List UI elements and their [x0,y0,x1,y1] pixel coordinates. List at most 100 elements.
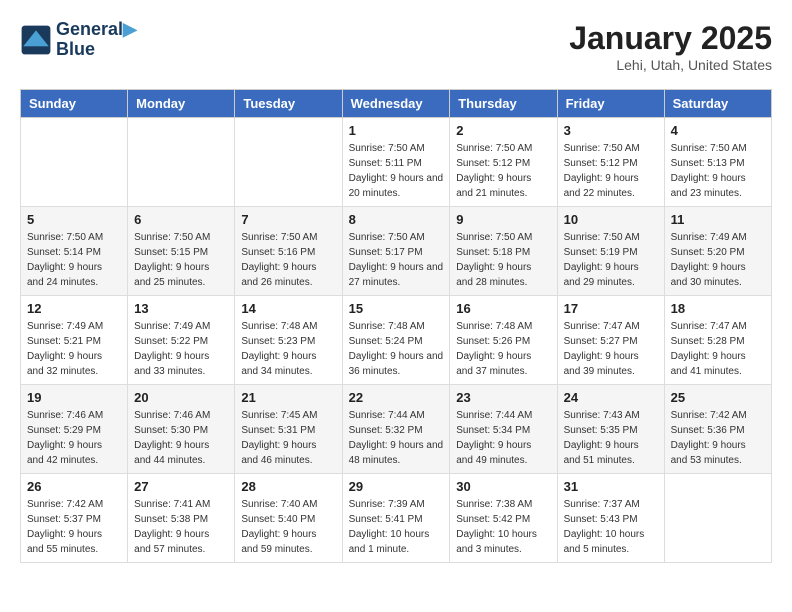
day-number: 23 [456,390,550,405]
day-number: 31 [564,479,658,494]
title-block: January 2025 Lehi, Utah, United States [569,20,772,73]
calendar-cell: 28 Sunrise: 7:40 AMSunset: 5:40 PMDayligh… [235,474,342,563]
weekday-header-saturday: Saturday [664,90,771,118]
day-info: Sunrise: 7:41 AMSunset: 5:38 PMDaylight:… [134,497,228,557]
day-number: 21 [241,390,335,405]
day-number: 14 [241,301,335,316]
day-info: Sunrise: 7:48 AMSunset: 5:26 PMDaylight:… [456,319,550,379]
day-number: 3 [564,123,658,138]
calendar-cell: 21 Sunrise: 7:45 AMSunset: 5:31 PMDayligh… [235,385,342,474]
calendar-cell: 26 Sunrise: 7:42 AMSunset: 5:37 PMDayligh… [21,474,128,563]
day-info: Sunrise: 7:50 AMSunset: 5:14 PMDaylight:… [27,230,121,290]
logo: General▶ Blue [20,20,137,60]
day-number: 30 [456,479,550,494]
day-info: Sunrise: 7:50 AMSunset: 5:11 PMDaylight:… [349,141,444,201]
calendar-cell: 13 Sunrise: 7:49 AMSunset: 5:22 PMDayligh… [128,296,235,385]
day-info: Sunrise: 7:37 AMSunset: 5:43 PMDaylight:… [564,497,658,557]
day-info: Sunrise: 7:49 AMSunset: 5:20 PMDaylight:… [671,230,765,290]
day-info: Sunrise: 7:43 AMSunset: 5:35 PMDaylight:… [564,408,658,468]
calendar-cell [21,118,128,207]
day-info: Sunrise: 7:44 AMSunset: 5:34 PMDaylight:… [456,408,550,468]
day-number: 17 [564,301,658,316]
weekday-header-sunday: Sunday [21,90,128,118]
day-info: Sunrise: 7:50 AMSunset: 5:12 PMDaylight:… [564,141,658,201]
calendar-cell: 18 Sunrise: 7:47 AMSunset: 5:28 PMDayligh… [664,296,771,385]
calendar-cell: 14 Sunrise: 7:48 AMSunset: 5:23 PMDayligh… [235,296,342,385]
calendar-cell: 2Sunrise: 7:50 AMSunset: 5:12 PMDaylight… [450,118,557,207]
weekday-header-thursday: Thursday [450,90,557,118]
day-number: 15 [349,301,444,316]
day-info: Sunrise: 7:48 AMSunset: 5:23 PMDaylight:… [241,319,335,379]
day-info: Sunrise: 7:50 AMSunset: 5:13 PMDaylight:… [671,141,765,201]
calendar-cell: 1 Sunrise: 7:50 AMSunset: 5:11 PMDaylight… [342,118,450,207]
day-number: 7 [241,212,335,227]
calendar-cell: 9 Sunrise: 7:50 AMSunset: 5:18 PMDaylight… [450,207,557,296]
day-info: Sunrise: 7:47 AMSunset: 5:28 PMDaylight:… [671,319,765,379]
day-number: 20 [134,390,228,405]
day-number: 5 [27,212,121,227]
day-number: 12 [27,301,121,316]
day-number: 4 [671,123,765,138]
day-info: Sunrise: 7:50 AMSunset: 5:17 PMDaylight:… [349,230,444,290]
day-number: 18 [671,301,765,316]
day-info: Sunrise: 7:39 AMSunset: 5:41 PMDaylight:… [349,497,444,557]
day-number: 13 [134,301,228,316]
calendar-subtitle: Lehi, Utah, United States [569,57,772,73]
day-info: Sunrise: 7:50 AMSunset: 5:18 PMDaylight:… [456,230,550,290]
day-number: 8 [349,212,444,227]
calendar-title: January 2025 [569,20,772,57]
calendar-cell: 25 Sunrise: 7:42 AMSunset: 5:36 PMDayligh… [664,385,771,474]
day-info: Sunrise: 7:46 AMSunset: 5:29 PMDaylight:… [27,408,121,468]
day-info: Sunrise: 7:50 AMSunset: 5:12 PMDaylight:… [456,141,550,201]
calendar-cell: 12Sunrise: 7:49 AMSunset: 5:21 PMDayligh… [21,296,128,385]
calendar-cell: 15Sunrise: 7:48 AMSunset: 5:24 PMDayligh… [342,296,450,385]
calendar-cell: 20Sunrise: 7:46 AMSunset: 5:30 PMDayligh… [128,385,235,474]
weekday-header-row: SundayMondayTuesdayWednesdayThursdayFrid… [21,90,772,118]
day-number: 9 [456,212,550,227]
day-info: Sunrise: 7:38 AMSunset: 5:42 PMDaylight:… [456,497,550,557]
calendar-week-row: 5 Sunrise: 7:50 AMSunset: 5:14 PMDaylight… [21,207,772,296]
day-number: 10 [564,212,658,227]
day-number: 27 [134,479,228,494]
day-info: Sunrise: 7:45 AMSunset: 5:31 PMDaylight:… [241,408,335,468]
day-number: 26 [27,479,121,494]
weekday-header-tuesday: Tuesday [235,90,342,118]
calendar-cell: 31 Sunrise: 7:37 AMSunset: 5:43 PMDayligh… [557,474,664,563]
day-info: Sunrise: 7:50 AMSunset: 5:16 PMDaylight:… [241,230,335,290]
day-number: 6 [134,212,228,227]
calendar-cell: 19Sunrise: 7:46 AMSunset: 5:29 PMDayligh… [21,385,128,474]
calendar-cell: 16 Sunrise: 7:48 AMSunset: 5:26 PMDayligh… [450,296,557,385]
day-number: 28 [241,479,335,494]
day-number: 1 [349,123,444,138]
day-info: Sunrise: 7:49 AMSunset: 5:22 PMDaylight:… [134,319,228,379]
calendar-cell: 3 Sunrise: 7:50 AMSunset: 5:12 PMDaylight… [557,118,664,207]
day-info: Sunrise: 7:50 AMSunset: 5:19 PMDaylight:… [564,230,658,290]
day-number: 22 [349,390,444,405]
day-info: Sunrise: 7:42 AMSunset: 5:37 PMDaylight:… [27,497,121,557]
day-number: 25 [671,390,765,405]
calendar-table: SundayMondayTuesdayWednesdayThursdayFrid… [20,89,772,563]
calendar-cell: 7 Sunrise: 7:50 AMSunset: 5:16 PMDaylight… [235,207,342,296]
calendar-cell: 27 Sunrise: 7:41 AMSunset: 5:38 PMDayligh… [128,474,235,563]
day-info: Sunrise: 7:50 AMSunset: 5:15 PMDaylight:… [134,230,228,290]
calendar-cell [128,118,235,207]
calendar-cell: 10 Sunrise: 7:50 AMSunset: 5:19 PMDayligh… [557,207,664,296]
day-info: Sunrise: 7:40 AMSunset: 5:40 PMDaylight:… [241,497,335,557]
calendar-week-row: 12Sunrise: 7:49 AMSunset: 5:21 PMDayligh… [21,296,772,385]
calendar-week-row: 19Sunrise: 7:46 AMSunset: 5:29 PMDayligh… [21,385,772,474]
weekday-header-monday: Monday [128,90,235,118]
day-info: Sunrise: 7:47 AMSunset: 5:27 PMDaylight:… [564,319,658,379]
calendar-cell: 24 Sunrise: 7:43 AMSunset: 5:35 PMDayligh… [557,385,664,474]
calendar-week-row: 1 Sunrise: 7:50 AMSunset: 5:11 PMDaylight… [21,118,772,207]
day-number: 29 [349,479,444,494]
calendar-week-row: 26 Sunrise: 7:42 AMSunset: 5:37 PMDayligh… [21,474,772,563]
day-number: 24 [564,390,658,405]
calendar-cell: 22Sunrise: 7:44 AMSunset: 5:32 PMDayligh… [342,385,450,474]
calendar-cell [235,118,342,207]
page-header: General▶ Blue January 2025 Lehi, Utah, U… [20,20,772,73]
calendar-cell: 29 Sunrise: 7:39 AMSunset: 5:41 PMDayligh… [342,474,450,563]
day-info: Sunrise: 7:42 AMSunset: 5:36 PMDaylight:… [671,408,765,468]
calendar-cell: 8 Sunrise: 7:50 AMSunset: 5:17 PMDaylight… [342,207,450,296]
calendar-cell: 23 Sunrise: 7:44 AMSunset: 5:34 PMDayligh… [450,385,557,474]
day-number: 16 [456,301,550,316]
